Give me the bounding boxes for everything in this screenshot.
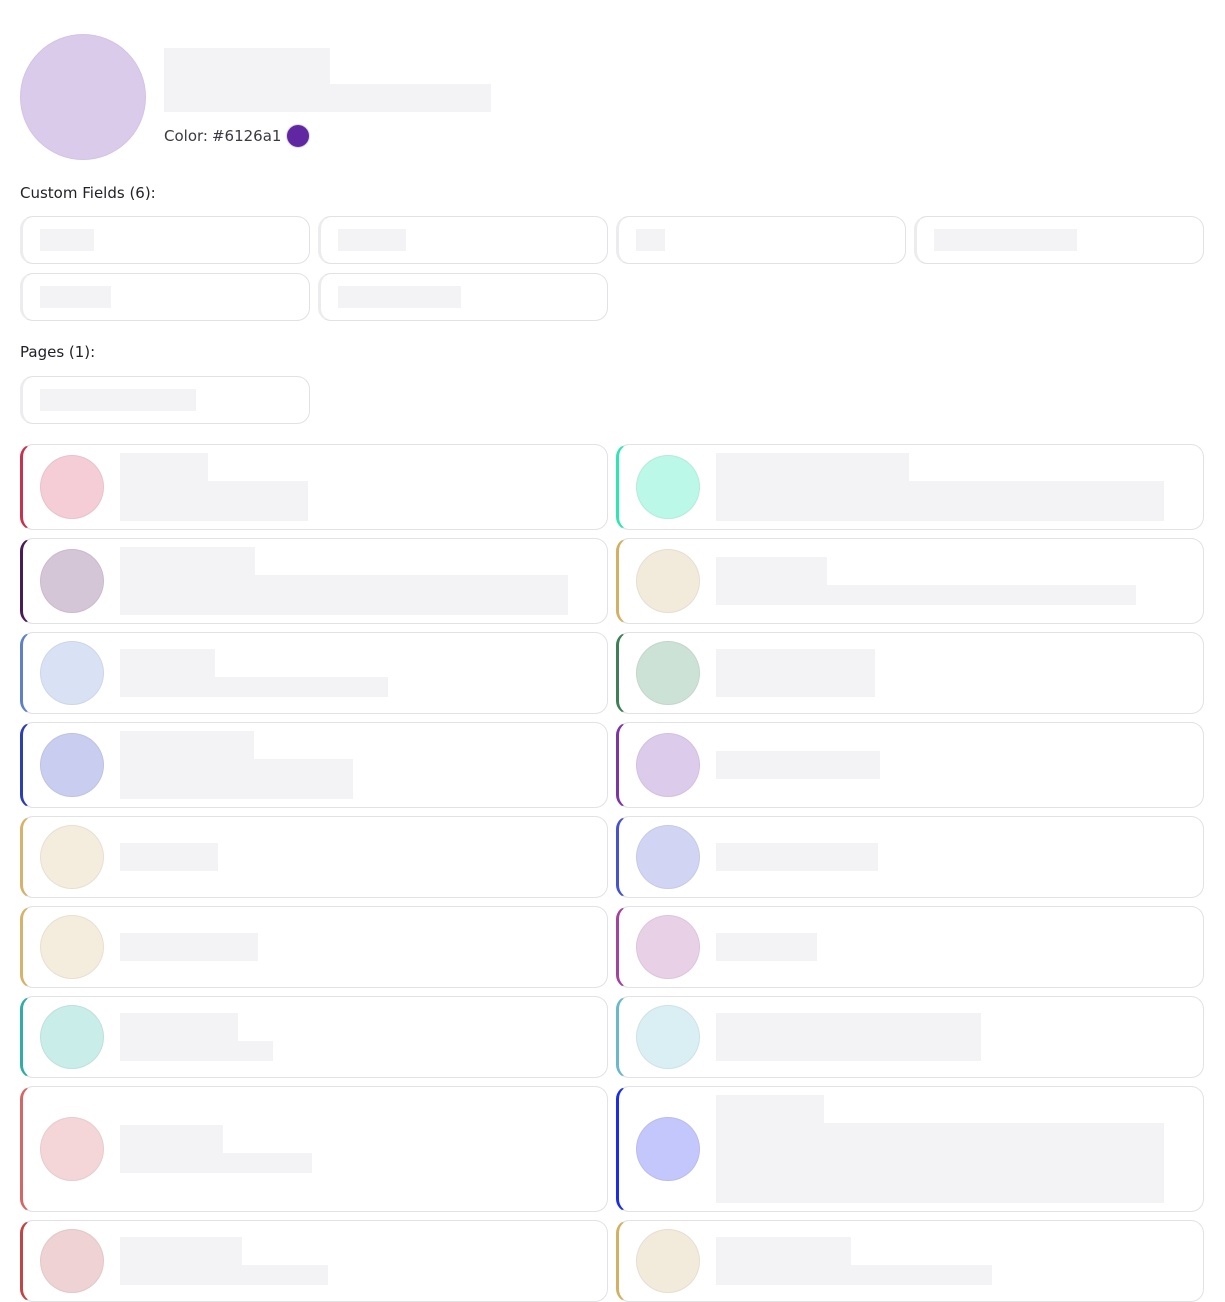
- member-card[interactable]: [616, 722, 1204, 808]
- member-card[interactable]: [616, 996, 1204, 1078]
- custom-fields-title: Custom Fields (6):: [20, 184, 156, 202]
- member-avatar: [636, 549, 700, 613]
- member-avatar: [636, 915, 700, 979]
- custom-field-chip[interactable]: [914, 216, 1204, 264]
- member-title-placeholder: [716, 843, 878, 871]
- member-title-placeholder: [716, 453, 909, 481]
- member-avatar: [40, 1117, 104, 1181]
- member-avatar: [636, 825, 700, 889]
- member-detail-placeholder: [716, 585, 1136, 605]
- member-card[interactable]: [616, 1220, 1204, 1302]
- member-card[interactable]: [20, 538, 608, 624]
- chip-label-placeholder: [934, 229, 1077, 251]
- custom-field-chip[interactable]: [20, 216, 310, 264]
- chip-label-placeholder: [40, 389, 196, 411]
- chip-label-placeholder: [338, 286, 461, 308]
- member-detail-placeholder: [120, 677, 388, 697]
- page-chip[interactable]: [20, 376, 310, 424]
- member-title-placeholder: [716, 557, 827, 585]
- member-card[interactable]: [616, 538, 1204, 624]
- chip-label-placeholder: [40, 286, 111, 308]
- member-detail-placeholder: [716, 1123, 1164, 1203]
- member-avatar: [636, 641, 700, 705]
- member-card[interactable]: [616, 1086, 1204, 1212]
- color-swatch: [286, 124, 311, 148]
- member-title-placeholder: [716, 649, 875, 697]
- member-card[interactable]: [616, 632, 1204, 714]
- member-avatar: [636, 1005, 700, 1069]
- member-title-placeholder: [120, 843, 218, 871]
- member-title-placeholder: [716, 933, 817, 961]
- member-detail-placeholder: [120, 1265, 328, 1285]
- member-avatar: [40, 1229, 104, 1293]
- member-avatar: [40, 915, 104, 979]
- group-avatar: [20, 34, 146, 160]
- custom-field-chip[interactable]: [318, 273, 608, 321]
- member-avatar: [636, 1229, 700, 1293]
- member-avatar: [40, 455, 104, 519]
- member-card[interactable]: [20, 906, 608, 988]
- group-name-placeholder: [164, 48, 330, 84]
- member-title-placeholder: [716, 1013, 981, 1061]
- member-title-placeholder: [120, 453, 208, 481]
- member-avatar: [40, 641, 104, 705]
- custom-field-chip[interactable]: [318, 216, 608, 264]
- member-title-placeholder: [120, 1237, 242, 1265]
- member-avatar: [40, 549, 104, 613]
- member-detail-placeholder: [120, 759, 353, 799]
- pages-title: Pages (1):: [20, 343, 96, 361]
- member-avatar: [40, 825, 104, 889]
- member-card[interactable]: [616, 816, 1204, 898]
- color-info: Color: #6126a1: [164, 124, 311, 148]
- member-card[interactable]: [20, 444, 608, 530]
- custom-field-chip[interactable]: [20, 273, 310, 321]
- member-card[interactable]: [616, 906, 1204, 988]
- member-card[interactable]: [20, 816, 608, 898]
- member-card[interactable]: [616, 444, 1204, 530]
- member-detail-placeholder: [120, 575, 568, 615]
- custom-field-chip[interactable]: [616, 216, 906, 264]
- member-card[interactable]: [20, 1086, 608, 1212]
- member-detail-placeholder: [716, 481, 1164, 521]
- member-avatar: [636, 733, 700, 797]
- member-avatar: [636, 1117, 700, 1181]
- member-title-placeholder: [120, 1013, 238, 1041]
- color-label: Color:: [164, 127, 208, 145]
- member-card[interactable]: [20, 1220, 608, 1302]
- member-title-placeholder: [120, 731, 254, 759]
- member-detail-placeholder: [120, 1041, 273, 1061]
- member-title-placeholder: [716, 751, 880, 779]
- member-card[interactable]: [20, 632, 608, 714]
- member-avatar: [40, 733, 104, 797]
- member-title-placeholder: [120, 649, 215, 677]
- member-card[interactable]: [20, 722, 608, 808]
- member-avatar: [636, 455, 700, 519]
- member-avatar: [40, 1005, 104, 1069]
- group-description-placeholder: [164, 84, 491, 112]
- member-title-placeholder: [716, 1237, 851, 1265]
- chip-label-placeholder: [40, 229, 94, 251]
- member-title-placeholder: [120, 547, 255, 575]
- member-title-placeholder: [716, 1095, 824, 1123]
- chip-label-placeholder: [338, 229, 406, 251]
- member-title-placeholder: [120, 1125, 223, 1153]
- chip-label-placeholder: [636, 229, 665, 251]
- member-detail-placeholder: [120, 1153, 312, 1173]
- member-card[interactable]: [20, 996, 608, 1078]
- member-title-placeholder: [120, 933, 258, 961]
- member-detail-placeholder: [120, 481, 308, 521]
- color-value: #6126a1: [211, 127, 282, 145]
- member-detail-placeholder: [716, 1265, 992, 1285]
